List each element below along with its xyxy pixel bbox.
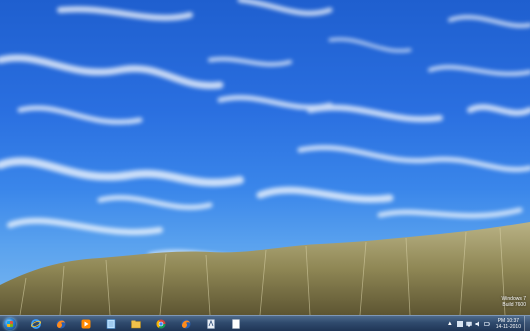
notepad-icon xyxy=(106,318,115,329)
taskbar-blank-document[interactable] xyxy=(225,317,247,331)
volume-icon[interactable] xyxy=(475,321,481,327)
taskbar-chrome[interactable] xyxy=(150,317,172,331)
clock-time: PM 10:37 xyxy=(497,317,520,324)
explorer-icon xyxy=(130,320,141,328)
taskbar: ▲ PM 10:37 14-11-2010 xyxy=(0,315,530,332)
watermark-line-2: Build 7600 xyxy=(502,302,526,308)
blank-document-icon xyxy=(231,318,240,329)
taskbar-firefox[interactable] xyxy=(50,317,72,331)
show-desktop-button[interactable] xyxy=(524,315,530,332)
clock[interactable]: PM 10:37 14-11-2010 xyxy=(496,318,521,330)
internet-explorer-icon xyxy=(30,318,41,329)
taskbar-apps xyxy=(23,317,248,331)
clock-date: 14-11-2010 xyxy=(495,323,521,330)
network-icon[interactable] xyxy=(466,321,472,327)
windows-build-watermark: Windows 7 Build 7600 xyxy=(502,296,526,308)
taskbar-notepad[interactable] xyxy=(100,317,122,331)
taskbar-media-player[interactable] xyxy=(75,317,97,331)
show-hidden-icons-arrow-icon[interactable]: ▲ xyxy=(447,321,453,327)
windows-logo-icon xyxy=(4,317,16,330)
wallpaper xyxy=(0,0,530,315)
firefox-icon xyxy=(181,319,190,328)
taskbar-document[interactable] xyxy=(200,317,222,331)
taskbar-internet-explorer[interactable] xyxy=(25,317,47,331)
system-tray: ▲ PM 10:37 14-11-2010 xyxy=(447,315,530,332)
chrome-icon xyxy=(155,319,165,329)
start-button[interactable] xyxy=(1,316,19,332)
media-player-icon xyxy=(81,319,90,328)
taskbar-firefox-2[interactable] xyxy=(175,317,197,331)
document-icon xyxy=(206,318,215,329)
firefox-icon xyxy=(56,319,65,328)
power-icon[interactable] xyxy=(483,321,490,327)
action-center-flag-icon[interactable] xyxy=(456,320,463,327)
taskbar-explorer[interactable] xyxy=(125,317,147,331)
desktop[interactable]: Windows 7 Build 7600 xyxy=(0,0,530,315)
